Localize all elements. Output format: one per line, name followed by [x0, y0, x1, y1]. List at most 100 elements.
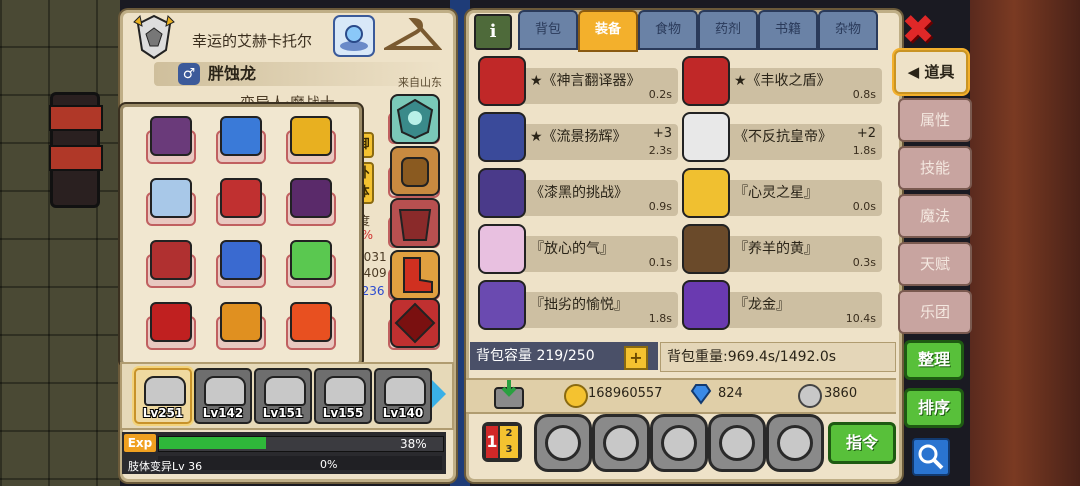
sort-button[interactable]: 排序: [904, 388, 964, 428]
equipment-slot[interactable]: [214, 178, 266, 226]
equipment-slot[interactable]: [144, 116, 196, 164]
crystal-orb-icon[interactable]: [332, 14, 376, 58]
tab-2[interactable]: 食物: [638, 10, 698, 50]
inventory-item[interactable]: ★《丰收之盾》 0.8s: [682, 56, 882, 106]
amulet-blue-gem-icon: [220, 116, 262, 156]
item-icon: [478, 168, 526, 218]
up-arrow-icon: [661, 425, 697, 461]
pet-portrait-icon: [384, 376, 426, 406]
diamond-icon: [690, 384, 712, 405]
tab-3[interactable]: 药剂: [698, 10, 758, 50]
guild-emblem-icon[interactable]: [132, 14, 176, 60]
tab-1[interactable]: 装备: [578, 10, 638, 52]
item-icon: [682, 56, 730, 106]
hanger-icon[interactable]: [384, 14, 442, 58]
exp-label: Exp: [124, 434, 156, 452]
green-sword-icon: [290, 240, 332, 280]
side-menu-item[interactable]: 乐团: [898, 290, 972, 334]
background-pillar: [49, 92, 103, 208]
side-menu-item[interactable]: 技能: [898, 146, 972, 190]
red-emblem-icon[interactable]: [390, 298, 440, 348]
equipment-slot[interactable]: [144, 302, 196, 350]
number-sort-button[interactable]: 1 23: [482, 422, 522, 462]
download-chest-icon[interactable]: [492, 378, 526, 410]
gauntlet-icon[interactable]: [390, 146, 440, 196]
exp-percent: 38%: [400, 437, 427, 451]
item-name: 『龙金』: [734, 297, 790, 313]
inventory-item[interactable]: 『拙劣的愉悦』 1.8s: [478, 280, 678, 330]
magnifier-icon: [545, 425, 581, 461]
red-chest-armor-icon[interactable]: [390, 198, 440, 248]
swap-button[interactable]: [766, 414, 824, 472]
upgrade-button[interactable]: [650, 414, 708, 472]
inventory-item[interactable]: 『养羊的黄』 0.3s: [682, 224, 882, 274]
item-enhance-level: +3: [652, 126, 672, 141]
search-filter-button[interactable]: [534, 414, 592, 472]
tab-4[interactable]: 书籍: [758, 10, 818, 50]
equipment-slot[interactable]: [214, 302, 266, 350]
inventory-item[interactable]: 《漆黑的挑战》 0.9s: [478, 168, 678, 218]
close-icon[interactable]: ✖: [898, 10, 938, 50]
item-name: 『放心的气』: [530, 241, 614, 257]
pet-slot[interactable]: Lv142: [194, 368, 252, 424]
item-weight: 0.3s: [852, 256, 876, 269]
side-menu-item[interactable]: 魔法: [898, 194, 972, 238]
info-button[interactable]: i: [474, 14, 512, 50]
background-tiles: [0, 0, 120, 486]
pet-slot[interactable]: Lv151: [254, 368, 312, 424]
side-menu-item[interactable]: ◀ 道具: [894, 50, 968, 94]
equipment-slot[interactable]: [214, 240, 266, 288]
item-name: ★《神言翻译器》: [530, 73, 641, 89]
inventory-item[interactable]: ★《流景扬辉》 2.3s +3: [478, 112, 678, 162]
pet-level: Lv142: [202, 406, 244, 420]
blue-cape-icon: [220, 240, 262, 280]
equipment-slot[interactable]: [214, 116, 266, 164]
pet-slot[interactable]: Lv251: [134, 368, 192, 424]
item-enhance-level: +2: [856, 126, 876, 141]
diamond-amount: 824: [718, 386, 743, 401]
item-weight: 10.4s: [845, 312, 876, 325]
silver-coin-icon: [798, 384, 822, 408]
item-name: 《不反抗皇帝》: [734, 129, 832, 145]
equipment-slot[interactable]: [144, 178, 196, 226]
expand-capacity-button[interactable]: +: [624, 346, 648, 370]
hourglass-button[interactable]: [592, 414, 650, 472]
search-icon[interactable]: [912, 438, 950, 476]
command-button[interactable]: 指令: [828, 422, 896, 464]
item-weight: 0.9s: [648, 200, 672, 213]
pet-portrait-icon: [264, 376, 306, 406]
emerald-shield-icon[interactable]: [390, 94, 440, 144]
item-name: 『拙劣的愉悦』: [530, 297, 628, 313]
silver-amount: 3860: [824, 386, 858, 401]
pet-portrait-icon: [324, 376, 366, 406]
inventory-item[interactable]: 『放心的气』 0.1s: [478, 224, 678, 274]
item-name: 《漆黑的挑战》: [530, 185, 628, 201]
tab-0[interactable]: 背包: [518, 10, 578, 50]
equipment-slot[interactable]: [144, 240, 196, 288]
inventory-item[interactable]: ★《神言翻译器》 0.2s: [478, 56, 678, 106]
fire-boots-icon[interactable]: [390, 250, 440, 300]
equipment-slot[interactable]: [284, 116, 336, 164]
item-icon: [682, 112, 730, 162]
side-menu-item[interactable]: 属性: [898, 98, 972, 142]
exp-bar-fill: [159, 437, 266, 449]
tab-5[interactable]: 杂物: [818, 10, 878, 50]
item-weight: 2.3s: [648, 144, 672, 157]
inventory-item[interactable]: 《不反抗皇帝》 1.8s +2: [682, 112, 882, 162]
organize-button[interactable]: 整理: [904, 340, 964, 380]
background-wall: [970, 0, 1080, 486]
item-weight: 1.8s: [852, 144, 876, 157]
inventory-item[interactable]: 『心灵之星』 0.0s: [682, 168, 882, 218]
equipment-slot[interactable]: [284, 178, 336, 226]
gender-badge: ♂: [178, 63, 200, 85]
equipment-slot[interactable]: [284, 302, 336, 350]
side-menu-item[interactable]: 天赋: [898, 242, 972, 286]
mutation-percent: 0%: [320, 458, 338, 471]
pets-next-arrow[interactable]: [432, 380, 446, 408]
item-name: 『心灵之星』: [734, 185, 818, 201]
pet-slot[interactable]: Lv155: [314, 368, 372, 424]
pet-slot[interactable]: Lv140: [374, 368, 432, 424]
equipment-slot[interactable]: [284, 240, 336, 288]
inventory-item[interactable]: 『龙金』 10.4s: [682, 280, 882, 330]
favorite-button[interactable]: [708, 414, 766, 472]
